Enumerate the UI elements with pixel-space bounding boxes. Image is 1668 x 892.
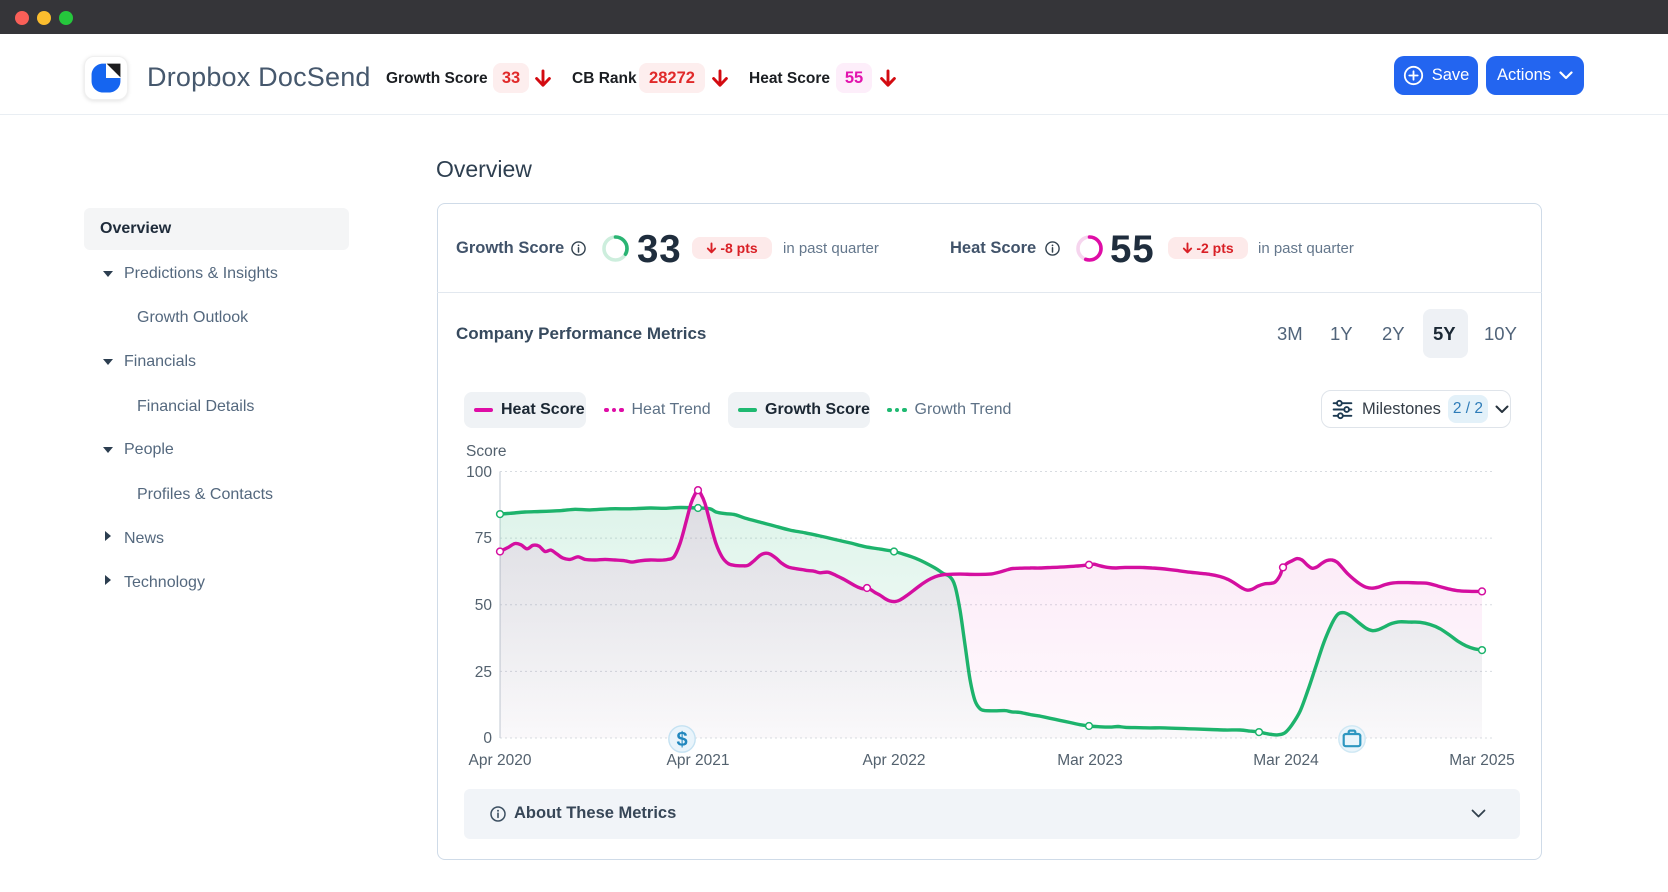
svg-text:0: 0 [483, 730, 492, 747]
svg-text:25: 25 [475, 664, 492, 681]
svg-text:Mar 2023: Mar 2023 [1057, 752, 1122, 769]
svg-text:Score: Score [466, 443, 507, 460]
svg-text:50: 50 [475, 597, 493, 614]
svg-text:Apr 2022: Apr 2022 [863, 752, 926, 769]
svg-text:100: 100 [466, 464, 492, 481]
svg-text:Apr 2020: Apr 2020 [469, 752, 532, 769]
svg-text:$: $ [676, 729, 687, 751]
svg-text:Mar 2025: Mar 2025 [1449, 752, 1514, 769]
svg-text:75: 75 [475, 530, 492, 547]
svg-text:Mar 2024: Mar 2024 [1253, 752, 1319, 769]
svg-text:Apr 2021: Apr 2021 [667, 752, 730, 769]
